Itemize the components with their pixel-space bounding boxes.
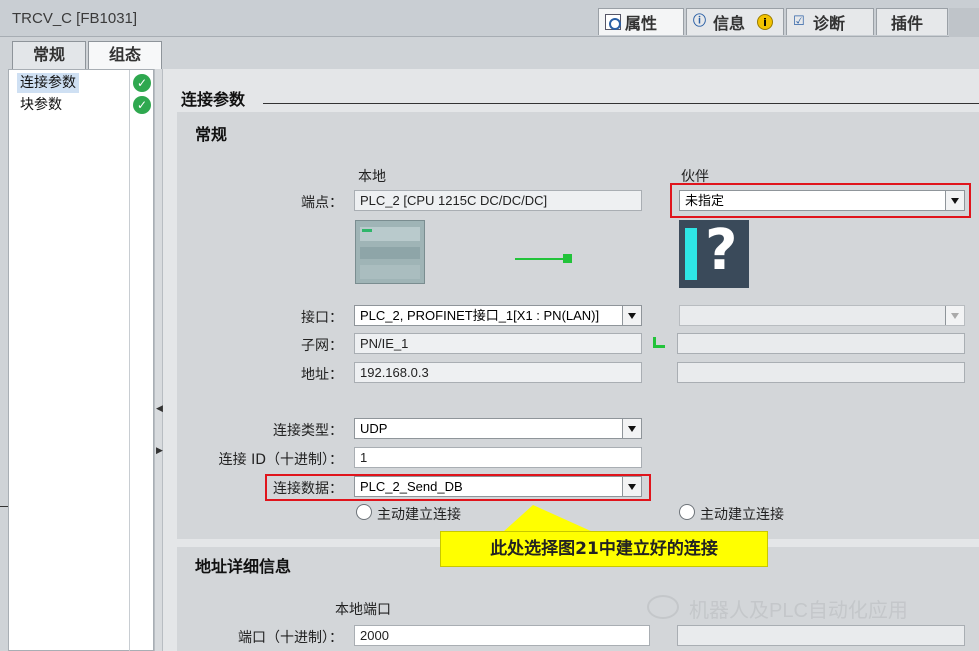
endpoint-label: 端点： — [301, 195, 343, 211]
tab-info[interactable]: ⓘ 信息 i — [686, 8, 784, 35]
plc-image-band — [360, 265, 420, 279]
local-address-field: 192.168.0.3 — [354, 362, 642, 383]
title-rule — [263, 103, 979, 104]
local-port-input[interactable]: 2000 — [354, 625, 650, 646]
conn-data-value: PLC_2_Send_DB — [360, 479, 463, 494]
plc-image-band — [360, 247, 420, 259]
tab-plugins[interactable]: 插件 — [876, 8, 948, 35]
wechat-icon — [647, 595, 679, 619]
nav-item-block-params[interactable]: 块参数 — [17, 95, 65, 115]
local-subnet-field: PN/IE_1 — [354, 333, 642, 354]
conn-type-label: 连接类型： — [273, 423, 343, 439]
conn-id-input[interactable]: 1 — [354, 447, 642, 468]
partner-endpoint-value: 未指定 — [685, 193, 725, 208]
tab-info-label: 信息 — [713, 14, 746, 33]
main-content: 连接参数 常规 本地 伙伴 端点： PLC_2 [CPU 1215C DC/DC… — [163, 69, 979, 651]
panel-splitter[interactable]: ◀ ▶ — [154, 69, 163, 651]
local-plc-image — [355, 220, 425, 284]
partner-subnet-field — [677, 333, 965, 354]
network-icon — [653, 337, 665, 349]
conn-data-dropdown[interactable]: PLC_2_Send_DB — [354, 476, 642, 497]
properties-icon — [605, 14, 621, 30]
subnet-label: 子网： — [301, 338, 343, 354]
collapse-left-icon[interactable]: ◀ — [156, 403, 163, 415]
expand-right-icon[interactable]: ▶ — [156, 445, 163, 457]
panel-edge — [949, 8, 979, 37]
tab-diagnostics[interactable]: ☑ 诊断 — [786, 8, 874, 35]
conn-type-value: UDP — [360, 421, 388, 436]
page-title: 连接参数 — [181, 90, 246, 109]
partner-port-field — [677, 625, 965, 646]
chevron-down-icon[interactable] — [945, 306, 964, 325]
local-interface-dropdown[interactable]: PLC_2, PROFINET接口_1[X1 : PN(LAN)] — [354, 305, 642, 326]
check-icon: ✓ — [133, 96, 151, 114]
address-label: 地址： — [301, 367, 343, 383]
left-edge — [0, 69, 8, 651]
subtab-row: 常规 组态 — [0, 37, 979, 70]
window-title: TRCV_C [FB1031] — [12, 10, 138, 27]
subtab-configuration[interactable]: 组态 — [88, 41, 162, 70]
partner-active-conn-label: 主动建立连接 — [700, 507, 784, 523]
address-details-title: 地址详细信息 — [195, 557, 292, 576]
unknown-partner-icon: ? — [679, 218, 749, 288]
question-mark-icon: ? — [705, 218, 738, 283]
general-title: 常规 — [195, 125, 228, 144]
nav-divider — [129, 70, 130, 651]
port-label: 端口（十进制）： — [238, 630, 343, 646]
local-port-heading: 本地端口 — [335, 602, 391, 618]
warning-icon: i — [757, 14, 774, 30]
tab-diagnostics-label: 诊断 — [813, 14, 846, 33]
local-heading: 本地 — [358, 169, 386, 185]
subtab-general[interactable]: 常规 — [12, 41, 86, 69]
nav-tree: 连接参数 ✓ 块参数 ✓ — [8, 69, 154, 651]
local-active-conn-label: 主动建立连接 — [377, 507, 461, 523]
callout-pointer — [503, 505, 593, 532]
partner-address-field — [677, 362, 965, 383]
partner-interface-dropdown[interactable] — [679, 305, 965, 326]
nav-item-connection-params[interactable]: 连接参数 — [17, 73, 79, 93]
connection-line — [515, 258, 567, 260]
tab-properties-label: 属性 — [625, 14, 658, 33]
local-interface-value: PLC_2, PROFINET接口_1[X1 : PN(LAN)] — [360, 308, 600, 323]
connection-port-marker — [563, 254, 572, 263]
plc-led — [362, 229, 372, 232]
annotation-callout: 此处选择图21中建立好的连接 — [440, 531, 768, 567]
chevron-down-icon[interactable] — [622, 477, 641, 496]
partner-endpoint-dropdown[interactable]: 未指定 — [679, 190, 965, 211]
network-icon-base — [653, 345, 665, 348]
title-bar: TRCV_C [FB1031] 属性 ⓘ 信息 i ☑ 诊断 插件 — [0, 0, 979, 37]
chevron-down-icon[interactable] — [622, 306, 641, 325]
conn-type-dropdown[interactable]: UDP — [354, 418, 642, 439]
conn-id-label: 连接 ID（十进制）： — [218, 452, 343, 468]
left-edge-marker — [0, 506, 8, 507]
watermark: 机器人及PLC自动化应用 — [689, 600, 908, 622]
local-active-conn-radio[interactable] — [356, 504, 372, 520]
partner-active-conn-radio[interactable] — [679, 504, 695, 520]
chevron-down-icon[interactable] — [945, 191, 964, 210]
tab-plugins-label: 插件 — [891, 14, 924, 33]
local-endpoint-field: PLC_2 [CPU 1215C DC/DC/DC] — [354, 190, 642, 211]
diagnostics-icon: ☑ — [793, 14, 805, 29]
interface-label: 接口： — [301, 310, 343, 326]
check-icon: ✓ — [133, 74, 151, 92]
partner-icon-bar — [685, 228, 697, 280]
info-icon: ⓘ — [693, 14, 707, 29]
tab-properties[interactable]: 属性 — [598, 8, 684, 35]
conn-data-label: 连接数据： — [273, 481, 343, 497]
chevron-down-icon[interactable] — [622, 419, 641, 438]
